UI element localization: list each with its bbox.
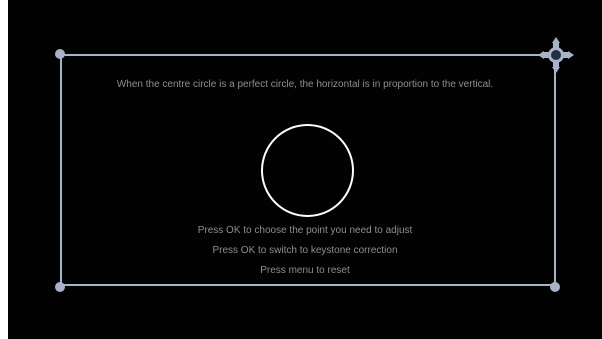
instruction-reset: Press menu to reset	[260, 265, 350, 276]
corner-point-bottom-left[interactable]	[55, 282, 65, 292]
four-way-arrow-cursor-icon[interactable]	[538, 37, 574, 73]
centre-circle	[261, 124, 354, 217]
instruction-switch-keystone: Press OK to switch to keystone correctio…	[212, 245, 398, 256]
instruction-choose-point: Press OK to choose the point you need to…	[197, 225, 413, 236]
corner-point-top-left[interactable]	[55, 49, 65, 59]
proportion-hint-text: When the centre circle is a perfect circ…	[116, 79, 494, 90]
corner-point-bottom-right[interactable]	[550, 282, 560, 292]
keystone-correction-screen: When the centre circle is a perfect circ…	[8, 0, 602, 339]
